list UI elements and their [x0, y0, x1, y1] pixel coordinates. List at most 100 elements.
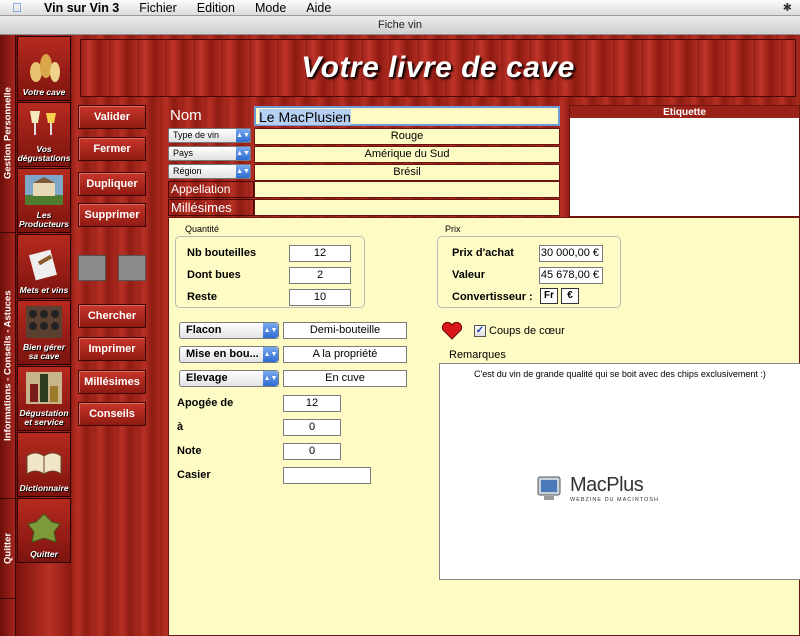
elevage-label: Elevage — [186, 372, 228, 384]
sidebar-item-label: Votre cave — [22, 87, 66, 97]
sidebar-item-votre-cave[interactable]: Votre cave — [17, 36, 71, 101]
region-value[interactable]: Brésil — [254, 164, 560, 181]
color-swatch-2[interactable] — [118, 255, 146, 281]
remarques-title: Remarques — [449, 349, 506, 361]
sidebar-item-bien-gerer[interactable]: Bien gérer sa cave — [17, 300, 71, 365]
etiquette-panel[interactable]: Etiquette — [569, 105, 800, 217]
tab-informations[interactable]: Informations - Conseils - Astuces — [0, 233, 16, 499]
mise-label: Mise en bou... — [186, 348, 259, 360]
tab-gestion-personnelle[interactable]: Gestion Personnelle — [0, 35, 16, 233]
convertisseur-label: Convertisseur : — [452, 291, 533, 303]
sidebar-item-producteurs[interactable]: Les Producteurs — [17, 168, 71, 233]
valider-button[interactable]: Valider — [78, 105, 146, 129]
apogee-label: Apogée de — [177, 397, 234, 409]
pays-value[interactable]: Amérique du Sud — [254, 146, 560, 163]
millesimes-button[interactable]: Millésimes — [78, 370, 146, 394]
bluetooth-icon[interactable]: ✱ — [783, 1, 792, 14]
type-vin-select[interactable]: Type de vin ▲▼ — [168, 128, 251, 143]
conseils-button[interactable]: Conseils — [78, 402, 146, 426]
header-banner: Votre livre de cave — [80, 39, 796, 97]
dupliquer-button[interactable]: Dupliquer — [78, 172, 146, 196]
wine-rack-icon — [24, 304, 64, 340]
menu-edition[interactable]: Edition — [187, 1, 245, 15]
nom-value: Le MacPlusien — [259, 109, 351, 125]
chateau-icon — [24, 172, 64, 208]
computer-icon — [537, 476, 561, 500]
sidebar-item-degustations[interactable]: Vos dégustations — [17, 102, 71, 167]
menu-mode[interactable]: Mode — [245, 1, 296, 15]
mise-select[interactable]: Mise en bou... ▲▼ — [179, 346, 279, 363]
apple-menu-icon[interactable]:  — [0, 0, 34, 15]
a-input[interactable]: 0 — [283, 419, 341, 436]
pays-select[interactable]: Pays ▲▼ — [168, 146, 251, 161]
millesimes-label: Millésimes — [168, 199, 254, 216]
sidebar-item-label: Dictionnaire — [19, 483, 69, 493]
macplus-logo: MacPlus WEBZINE DU MACINTOSH — [536, 474, 659, 503]
sidebar: Votre cave Vos dégustations Les Producte… — [16, 35, 72, 636]
bottles-icon — [24, 49, 64, 85]
supprimer-button[interactable]: Supprimer — [78, 203, 146, 227]
nb-bouteilles-input[interactable]: 12 — [289, 245, 351, 262]
heart-icon — [441, 321, 463, 344]
type-vin-label: Type de vin — [173, 130, 220, 140]
fermer-button[interactable]: Fermer — [78, 137, 146, 161]
valeur-label: Valeur — [452, 269, 486, 281]
menu-aide[interactable]: Aide — [296, 1, 341, 15]
elevage-select[interactable]: Elevage ▲▼ — [179, 370, 279, 387]
window-title: Fiche vin — [0, 16, 800, 35]
flacon-value[interactable]: Demi-bouteille — [283, 322, 407, 339]
logo-name: MacPlus — [570, 474, 644, 496]
sidebar-item-label: Les Producteurs — [18, 210, 70, 229]
menu-app[interactable]: Vin sur Vin 3 — [34, 1, 129, 15]
sidebar-item-quitter[interactable]: Quitter — [17, 498, 71, 563]
imprimer-button[interactable]: Imprimer — [78, 337, 146, 361]
prix-achat-label: Prix d'achat — [452, 247, 514, 259]
coups-de-coeur-checkbox[interactable]: ✓ — [474, 325, 486, 337]
remarques-textarea[interactable]: C'est du vin de grande qualité qui se bo… — [439, 363, 800, 580]
color-swatch-1[interactable] — [78, 255, 106, 281]
menu-fichier[interactable]: Fichier — [129, 1, 187, 15]
a-label: à — [177, 421, 184, 433]
popup-arrow-icon: ▲▼ — [263, 323, 278, 338]
popup-arrow-icon: ▲▼ — [236, 147, 250, 160]
note-input[interactable]: 0 — [283, 443, 341, 460]
apogee-input[interactable]: 12 — [283, 395, 341, 412]
popup-arrow-icon: ▲▼ — [236, 129, 250, 142]
convert-fr-button[interactable]: Fr — [540, 288, 558, 304]
millesimes-input[interactable] — [254, 199, 560, 216]
valeur-input[interactable]: 45 678,00 € — [539, 267, 603, 284]
sidebar-item-label: Quitter — [30, 549, 58, 559]
tab-quitter[interactable]: Quitter — [0, 499, 16, 599]
appellation-label: Appellation — [168, 181, 254, 198]
sidebar-item-label: Vos dégustations — [17, 144, 71, 163]
reste-label: Reste — [187, 291, 217, 303]
chercher-button[interactable]: Chercher — [78, 304, 146, 328]
left-tabs: Gestion Personnelle Informations - Conse… — [0, 35, 16, 636]
casier-input[interactable] — [283, 467, 371, 484]
main-area: Votre livre de cave Valider Fermer Dupli… — [72, 35, 800, 636]
sidebar-item-dictionnaire[interactable]: Dictionnaire — [17, 432, 71, 497]
appellation-input[interactable] — [254, 181, 560, 198]
nom-label: Nom — [170, 107, 202, 124]
dont-bues-label: Dont bues — [187, 269, 241, 281]
dont-bues-input[interactable]: 2 — [289, 267, 351, 284]
bottle-service-icon — [24, 370, 64, 406]
elevage-value[interactable]: En cuve — [283, 370, 407, 387]
popup-arrow-icon: ▲▼ — [263, 347, 278, 362]
mise-value[interactable]: A la propriété — [283, 346, 407, 363]
region-select[interactable]: Région ▲▼ — [168, 164, 251, 179]
convert-euro-button[interactable]: € — [561, 288, 579, 304]
remarques-text: C'est du vin de grande qualité qui se bo… — [474, 369, 766, 379]
popup-arrow-icon: ▲▼ — [236, 165, 250, 178]
details-panel: Quantité Nb bouteilles 12 Dont bues 2 Re… — [168, 217, 800, 636]
coups-de-coeur-label: Coups de cœur — [489, 325, 565, 337]
logo-tagline: WEBZINE DU MACINTOSH — [570, 497, 659, 503]
flacon-select[interactable]: Flacon ▲▼ — [179, 322, 279, 339]
prix-achat-input[interactable]: 30 000,00 € — [539, 245, 603, 262]
nom-input[interactable]: Le MacPlusien — [254, 106, 560, 126]
sidebar-item-mets-vins[interactable]: Mets et vins — [17, 234, 71, 299]
book-icon — [24, 445, 64, 481]
type-vin-value[interactable]: Rouge — [254, 128, 560, 145]
reste-input[interactable]: 10 — [289, 289, 351, 306]
sidebar-item-degustation-service[interactable]: Dégustation et service — [17, 366, 71, 431]
